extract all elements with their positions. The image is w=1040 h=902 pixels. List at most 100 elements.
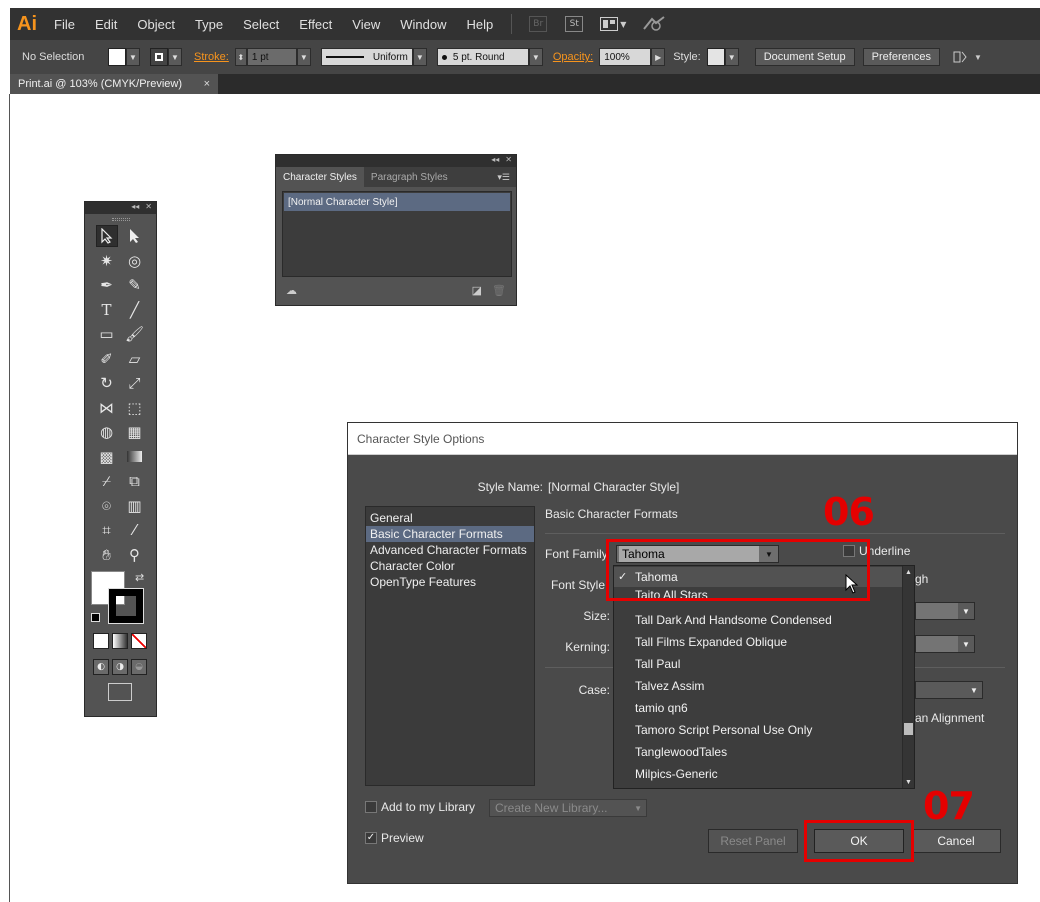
shaper-tool-icon[interactable]: ✐: [96, 348, 118, 370]
preferences-button[interactable]: Preferences: [862, 48, 940, 66]
chevron-down-icon[interactable]: ▼: [126, 48, 140, 66]
font-option[interactable]: Tall Dark And Handsome Condensed: [614, 610, 904, 630]
document-setup-button[interactable]: Document Setup: [754, 48, 855, 66]
bridge-icon[interactable]: Br: [529, 16, 548, 32]
stroke-weight-control[interactable]: ⬍ 1 pt ▼: [234, 48, 311, 66]
gradient-mode-icon[interactable]: [112, 633, 128, 649]
align-options-icon[interactable]: ▼: [952, 50, 982, 64]
direct-selection-tool-icon[interactable]: [124, 225, 146, 247]
opacity-input[interactable]: 100%: [599, 48, 652, 66]
close-icon[interactable]: ✕: [505, 155, 512, 167]
font-option[interactable]: Tall Films Expanded Oblique: [614, 632, 904, 652]
scroll-down-icon[interactable]: ▼: [903, 776, 914, 788]
hand-tool-icon[interactable]: ✋︎: [96, 544, 118, 566]
nav-character-color[interactable]: Character Color: [366, 558, 534, 574]
menu-object[interactable]: Object: [127, 17, 185, 32]
rectangle-tool-icon[interactable]: ▭: [96, 323, 118, 345]
eraser-tool-icon[interactable]: ▱: [124, 348, 146, 370]
menu-help[interactable]: Help: [456, 17, 503, 32]
stroke-weight-input[interactable]: 1 pt: [246, 48, 297, 66]
stepper-icon[interactable]: ⬍: [234, 48, 247, 66]
fill-swatch[interactable]: [108, 48, 126, 66]
selection-tool-icon[interactable]: [95, 225, 118, 248]
chevron-down-icon[interactable]: ▼: [634, 804, 642, 813]
opacity-control[interactable]: 100% ▶: [599, 48, 666, 66]
tab-paragraph-styles[interactable]: Paragraph Styles: [364, 167, 455, 187]
dropdown-scrollbar[interactable]: ▲ ▼: [902, 566, 914, 788]
chevron-down-icon[interactable]: ▼: [724, 48, 739, 66]
font-option[interactable]: Tamoro Script Personal Use Only: [614, 720, 904, 740]
curvature-tool-icon[interactable]: ✎: [124, 274, 146, 296]
add-to-library-checkbox[interactable]: [365, 801, 377, 813]
shape-builder-tool-icon[interactable]: ◍: [96, 421, 118, 443]
font-option[interactable]: TanglewoodTales: [614, 742, 904, 762]
position-select[interactable]: ▼: [915, 681, 983, 699]
chevron-down-icon[interactable]: ▼: [528, 48, 543, 66]
nav-opentype-features[interactable]: OpenType Features: [366, 574, 534, 590]
panel-grip[interactable]: [85, 214, 156, 224]
brush-select[interactable]: 5 pt. Round: [436, 48, 529, 66]
chevron-down-icon[interactable]: ▼: [958, 603, 974, 619]
chevron-down-icon[interactable]: ▼: [168, 48, 182, 66]
brush-definition[interactable]: 5 pt. Round ▼: [436, 48, 543, 66]
swap-fill-stroke-icon[interactable]: ⇄: [135, 571, 144, 584]
close-icon[interactable]: ✕: [145, 202, 152, 214]
tracking-select[interactable]: ▼: [915, 635, 975, 653]
chevron-right-icon[interactable]: ▶: [651, 48, 666, 66]
stroke-color-control[interactable]: ▼: [150, 48, 182, 66]
delete-style-icon[interactable]: 🗑︎: [492, 284, 506, 297]
screen-mode-icon[interactable]: [108, 683, 132, 701]
reset-panel-button[interactable]: Reset Panel: [708, 829, 798, 853]
collapse-icon[interactable]: ◂◂: [131, 202, 139, 214]
mesh-tool-icon[interactable]: ▩: [96, 446, 118, 468]
style-swatch[interactable]: [706, 48, 725, 66]
creative-cloud-library-icon[interactable]: ☁: [286, 284, 297, 297]
menu-view[interactable]: View: [342, 17, 390, 32]
none-mode-icon[interactable]: [131, 633, 147, 649]
artboard-tool-icon[interactable]: ⌗: [96, 519, 118, 541]
chevron-down-icon[interactable]: ▼: [412, 48, 427, 66]
lasso-tool-icon[interactable]: ◎: [124, 250, 146, 272]
default-colors-icon[interactable]: [91, 613, 100, 622]
variable-width-profile[interactable]: Uniform ▼: [320, 48, 427, 66]
font-option[interactable]: tamio qn6: [614, 698, 904, 718]
draw-behind-icon[interactable]: ◑: [112, 659, 128, 675]
leading-select[interactable]: ▼: [915, 602, 975, 620]
font-option[interactable]: Talvez Assim: [614, 676, 904, 696]
library-select[interactable]: Create New Library... ▼: [489, 799, 647, 817]
blend-tool-icon[interactable]: ⧉: [124, 470, 146, 492]
panel-menu-icon[interactable]: ▾☰: [497, 167, 516, 187]
list-item[interactable]: [Normal Character Style]: [284, 193, 510, 211]
collapse-icon[interactable]: ◂◂: [491, 155, 499, 167]
symbol-sprayer-tool-icon[interactable]: ⌾: [96, 495, 118, 517]
type-tool-icon[interactable]: T: [96, 299, 118, 321]
profile-select[interactable]: Uniform: [320, 48, 413, 66]
opacity-link[interactable]: Opacity:: [553, 51, 593, 63]
menu-type[interactable]: Type: [185, 17, 233, 32]
menu-edit[interactable]: Edit: [85, 17, 127, 32]
draw-normal-icon[interactable]: ◐: [93, 659, 109, 675]
new-style-icon[interactable]: ◪: [472, 284, 482, 297]
graphic-style-control[interactable]: ▼: [706, 48, 739, 66]
scroll-up-icon[interactable]: ▲: [903, 566, 914, 578]
paintbrush-tool-icon[interactable]: 🖌︎: [124, 323, 146, 345]
font-option[interactable]: Tall Paul: [614, 654, 904, 674]
gradient-tool-icon[interactable]: [124, 446, 146, 468]
nav-basic-character-formats[interactable]: Basic Character Formats: [366, 526, 534, 542]
menu-window[interactable]: Window: [390, 17, 456, 32]
pen-tool-icon[interactable]: ✒: [96, 274, 118, 296]
magic-wand-tool-icon[interactable]: ✷: [96, 250, 118, 272]
stock-icon[interactable]: St: [565, 16, 584, 32]
cancel-button[interactable]: Cancel: [911, 829, 1001, 853]
tab-character-styles[interactable]: Character Styles: [276, 167, 364, 187]
menu-select[interactable]: Select: [233, 17, 289, 32]
nav-advanced-character-formats[interactable]: Advanced Character Formats: [366, 542, 534, 558]
chevron-down-icon[interactable]: ▼: [296, 48, 311, 66]
preview-checkbox[interactable]: ✓: [365, 832, 377, 844]
document-tab[interactable]: Print.ai @ 103% (CMYK/Preview) ×: [10, 74, 218, 94]
menu-file[interactable]: File: [44, 17, 85, 32]
scale-tool-icon[interactable]: ⤢: [124, 372, 146, 394]
chevron-down-icon[interactable]: ▼: [966, 682, 982, 698]
zoom-tool-icon[interactable]: ⚲: [124, 544, 146, 566]
scroll-thumb[interactable]: [904, 723, 913, 735]
